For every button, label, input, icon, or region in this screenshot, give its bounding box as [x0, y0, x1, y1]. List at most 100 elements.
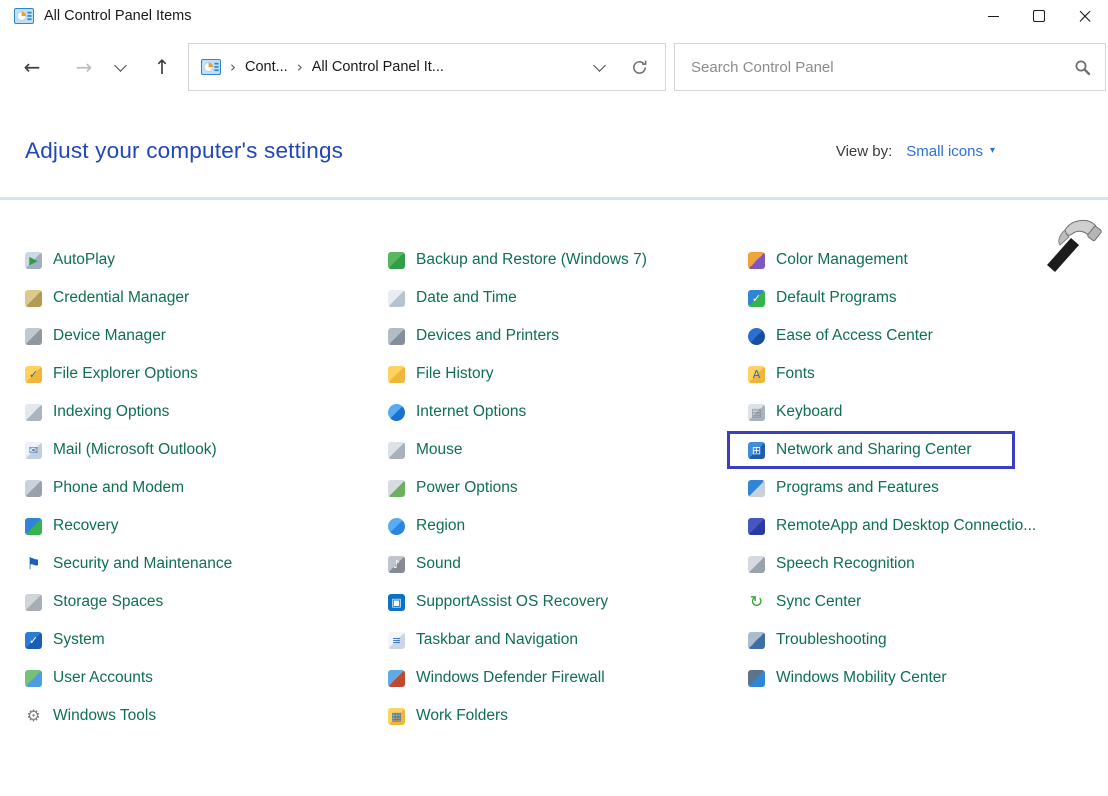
view-by-dropdown[interactable]: Small icons ▾	[906, 143, 995, 160]
items-column-1: ▶AutoPlayCredential ManagerDevice Manage…	[25, 241, 385, 735]
item-label: File Explorer Options	[53, 365, 198, 383]
item-label: Default Programs	[776, 289, 897, 307]
maximize-button[interactable]	[1016, 0, 1062, 32]
control-panel-window: All Control Panel Items × ← → ↑	[0, 0, 1108, 796]
item-programs-and-features[interactable]: Programs and Features	[748, 469, 939, 507]
default-programs-icon: ✓	[748, 290, 765, 307]
item-windows-tools[interactable]: ⚙Windows Tools	[25, 697, 156, 735]
item-troubleshooting[interactable]: Troubleshooting	[748, 621, 887, 659]
windows-mobility-center-icon	[748, 670, 765, 687]
file-history-icon	[388, 366, 405, 383]
item-power-options[interactable]: Power Options	[388, 469, 518, 507]
mail-icon: ✉	[25, 442, 42, 459]
item-sync-center[interactable]: ↻Sync Center	[748, 583, 861, 621]
item-backup-and-restore-windows-7[interactable]: Backup and Restore (Windows 7)	[388, 241, 647, 279]
programs-and-features-icon	[748, 480, 765, 497]
credential-manager-icon	[25, 290, 42, 307]
taskbar-and-navigation-icon: ≡	[388, 632, 405, 649]
address-bar[interactable]: › Cont... › All Control Panel It...	[188, 43, 666, 91]
item-devices-and-printers[interactable]: Devices and Printers	[388, 317, 559, 355]
item-mouse[interactable]: Mouse	[388, 431, 463, 469]
item-label: RemoteApp and Desktop Connectio...	[776, 517, 1036, 535]
indexing-options-icon	[25, 404, 42, 421]
troubleshooting-icon	[748, 632, 765, 649]
item-windows-defender-firewall[interactable]: Windows Defender Firewall	[388, 659, 605, 697]
item-label: Windows Mobility Center	[776, 669, 947, 687]
close-button[interactable]: ×	[1062, 0, 1108, 32]
item-label: Security and Maintenance	[53, 555, 232, 573]
item-phone-and-modem[interactable]: Phone and Modem	[25, 469, 184, 507]
window-title: All Control Panel Items	[44, 8, 191, 24]
item-windows-mobility-center[interactable]: Windows Mobility Center	[748, 659, 947, 697]
item-fonts[interactable]: AFonts	[748, 355, 815, 393]
item-file-history[interactable]: File History	[388, 355, 494, 393]
item-file-explorer-options[interactable]: ✓File Explorer Options	[25, 355, 198, 393]
search-input[interactable]	[689, 58, 1074, 77]
item-label: SupportAssist OS Recovery	[416, 593, 608, 611]
mouse-icon	[388, 442, 405, 459]
view-by-label: View by:	[836, 143, 892, 160]
item-label: Programs and Features	[776, 479, 939, 497]
breadcrumb-control-panel[interactable]: Cont...	[245, 59, 288, 75]
minimize-button[interactable]	[970, 0, 1016, 32]
header-row: Adjust your computer's settings View by:…	[25, 138, 995, 164]
storage-spaces-icon	[25, 594, 42, 611]
item-label: Backup and Restore (Windows 7)	[416, 251, 647, 269]
up-arrow-icon: ↑	[154, 57, 171, 77]
breadcrumb-all-control-panel-items[interactable]: All Control Panel It...	[312, 59, 444, 75]
item-work-folders[interactable]: ▦Work Folders	[388, 697, 508, 735]
item-security-and-maintenance[interactable]: ⚑Security and Maintenance	[25, 545, 232, 583]
control-panel-icon	[201, 57, 221, 77]
autoplay-icon: ▶	[25, 252, 42, 269]
item-internet-options[interactable]: Internet Options	[388, 393, 526, 431]
power-options-icon	[388, 480, 405, 497]
windows-tools-icon: ⚙	[25, 708, 42, 725]
ease-of-access-center-icon	[748, 328, 765, 345]
items-column-3: Color Management ✓ Default Programs Ease of…	[748, 241, 1103, 697]
item-mail-microsoft-outlook[interactable]: ✉ Mail (Microsoft Outlook)	[25, 431, 217, 469]
item-label: Speech Recognition	[776, 555, 915, 573]
page-title: Adjust your computer's settings	[25, 138, 343, 164]
item-default-programs[interactable]: ✓ Default Programs	[748, 279, 897, 317]
back-button[interactable]: ←	[14, 49, 50, 85]
work-folders-icon: ▦	[388, 708, 405, 725]
item-sound[interactable]: ♪Sound	[388, 545, 461, 583]
item-system[interactable]: ✓System	[25, 621, 105, 659]
close-icon: ×	[1076, 6, 1094, 27]
item-user-accounts[interactable]: User Accounts	[25, 659, 153, 697]
item-network-and-sharing-center[interactable]: ⊞Network and Sharing Center	[727, 431, 1015, 469]
item-recovery[interactable]: Recovery	[25, 507, 118, 545]
address-dropdown-button[interactable]	[595, 65, 604, 70]
navigation-toolbar: ← → ↑ › Cont... › All Control Panel It..…	[0, 32, 1108, 102]
item-taskbar-and-navigation[interactable]: ≡Taskbar and Navigation	[388, 621, 578, 659]
item-date-and-time[interactable]: Date and Time	[388, 279, 517, 317]
item-label: Network and Sharing Center	[776, 441, 972, 459]
recent-locations-button[interactable]	[108, 49, 132, 85]
region-icon	[388, 518, 405, 535]
titlebar: All Control Panel Items ×	[0, 0, 1108, 32]
refresh-button[interactable]	[630, 58, 649, 77]
item-remoteapp-and-desktop-connectio[interactable]: RemoteApp and Desktop Connectio...	[748, 507, 1036, 545]
item-autoplay[interactable]: ▶AutoPlay	[25, 241, 115, 279]
forward-button[interactable]: →	[66, 49, 102, 85]
search-box	[674, 43, 1106, 91]
item-ease-of-access-center[interactable]: Ease of Access Center	[748, 317, 933, 355]
item-label: Recovery	[53, 517, 118, 535]
window-controls: ×	[970, 0, 1108, 32]
breadcrumb-separator: ›	[297, 58, 303, 76]
item-indexing-options[interactable]: Indexing Options	[25, 393, 169, 431]
item-color-management[interactable]: Color Management	[748, 241, 908, 279]
item-storage-spaces[interactable]: Storage Spaces	[25, 583, 163, 621]
item-speech-recognition[interactable]: Speech Recognition	[748, 545, 915, 583]
item-device-manager[interactable]: Device Manager	[25, 317, 166, 355]
maximize-icon	[1033, 10, 1045, 22]
up-button[interactable]: ↑	[144, 49, 180, 85]
item-label: Mail (Microsoft Outlook)	[53, 441, 217, 459]
item-keyboard[interactable]: ▤Keyboard	[748, 393, 842, 431]
item-label: Fonts	[776, 365, 815, 383]
item-credential-manager[interactable]: Credential Manager	[25, 279, 189, 317]
item-region[interactable]: Region	[388, 507, 465, 545]
item-label: Power Options	[416, 479, 518, 497]
item-supportassist-os-recovery[interactable]: ▣SupportAssist OS Recovery	[388, 583, 608, 621]
system-icon: ✓	[25, 632, 42, 649]
